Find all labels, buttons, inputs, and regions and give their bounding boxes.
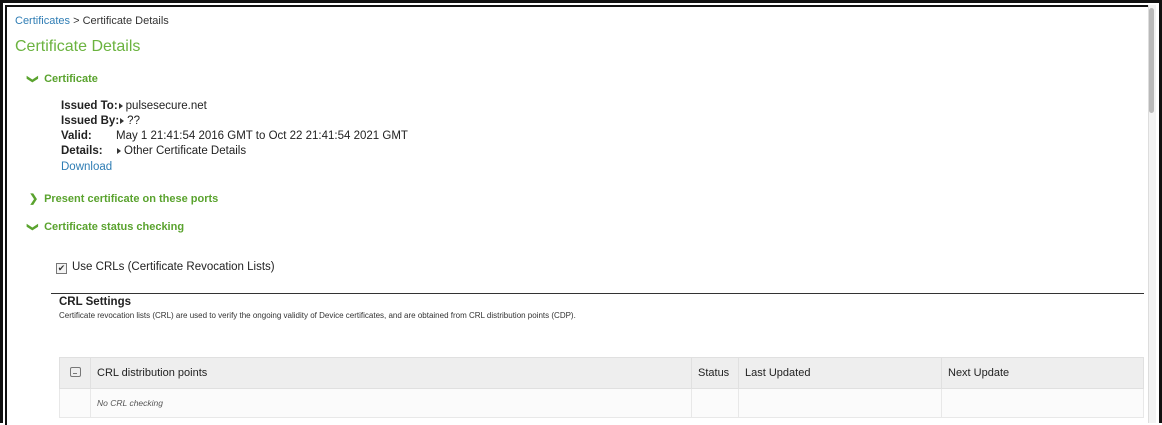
crl-settings-title: CRL Settings	[59, 296, 131, 308]
table-cell	[941, 388, 1144, 418]
table-cell	[59, 388, 91, 418]
select-all-header[interactable]	[59, 357, 91, 389]
expand-arrow-icon[interactable]	[120, 118, 125, 124]
column-header[interactable]: Status	[691, 357, 739, 389]
chevron-right-icon: ❯	[29, 193, 39, 205]
section-status-toggle[interactable]: ❯ Certificate status checking	[26, 220, 185, 233]
issued-to-label: Issued To:	[61, 100, 118, 112]
use-crl-row[interactable]: ✔ Use CRLs (Certificate Revocation Lists)	[56, 261, 275, 274]
column-header[interactable]: CRL distribution points	[90, 357, 692, 389]
details-value[interactable]: Other Certificate Details	[124, 145, 246, 157]
crl-settings-description: Certificate revocation lists (CRL) are u…	[59, 311, 576, 320]
chevron-down-icon: ❯	[26, 222, 39, 232]
use-crl-checkbox[interactable]: ✔	[56, 263, 67, 274]
issued-by-row: Issued By:??	[61, 115, 140, 127]
expand-arrow-icon[interactable]	[117, 148, 121, 154]
scrollbar-thumb[interactable]	[1149, 8, 1154, 113]
details-label: Details:	[61, 145, 103, 157]
valid-label: Valid:	[61, 130, 92, 142]
page-title: Certificate Details	[15, 38, 141, 55]
chevron-down-icon: ❯	[26, 74, 39, 84]
breadcrumb-current: Certificate Details	[82, 15, 169, 27]
issued-by-label: Issued By:	[61, 115, 120, 127]
divider	[51, 293, 1144, 294]
breadcrumb: Certificates > Certificate Details	[15, 15, 169, 27]
section-certificate-label: Certificate	[44, 73, 98, 85]
details-row: Details: Other Certificate Details	[61, 145, 246, 157]
table-header-row: CRL distribution points Status Last Upda…	[59, 357, 1144, 389]
empty-message: No CRL checking	[90, 388, 692, 418]
column-header[interactable]: Last Updated	[738, 357, 942, 389]
section-ports-toggle[interactable]: ❯ Present certificate on these ports	[29, 192, 218, 205]
expand-arrow-icon[interactable]	[118, 103, 123, 109]
breadcrumb-separator: >	[73, 15, 80, 27]
valid-value: May 1 21:41:54 2016 GMT to Oct 22 21:41:…	[116, 130, 408, 142]
section-ports-label: Present certificate on these ports	[44, 193, 219, 205]
breadcrumb-link-certificates[interactable]: Certificates	[15, 15, 70, 27]
download-link[interactable]: Download	[61, 161, 112, 173]
issued-by-value[interactable]: ??	[127, 115, 140, 127]
section-status-label: Certificate status checking	[44, 221, 185, 233]
table-cell	[738, 388, 942, 418]
select-all-icon[interactable]	[69, 367, 81, 377]
column-header[interactable]: Next Update	[941, 357, 1144, 389]
valid-row: Valid: May 1 21:41:54 2016 GMT to Oct 22 …	[61, 130, 408, 142]
table-row: No CRL checking	[59, 388, 1144, 418]
use-crl-label: Use CRLs (Certificate Revocation Lists)	[72, 261, 275, 273]
issued-to-row: Issued To: pulsesecure.net	[61, 100, 207, 112]
section-certificate-toggle[interactable]: ❯ Certificate	[26, 72, 98, 85]
table-cell	[691, 388, 739, 418]
issued-to-value[interactable]: pulsesecure.net	[126, 100, 207, 112]
crl-table: CRL distribution points Status Last Upda…	[59, 357, 1144, 418]
